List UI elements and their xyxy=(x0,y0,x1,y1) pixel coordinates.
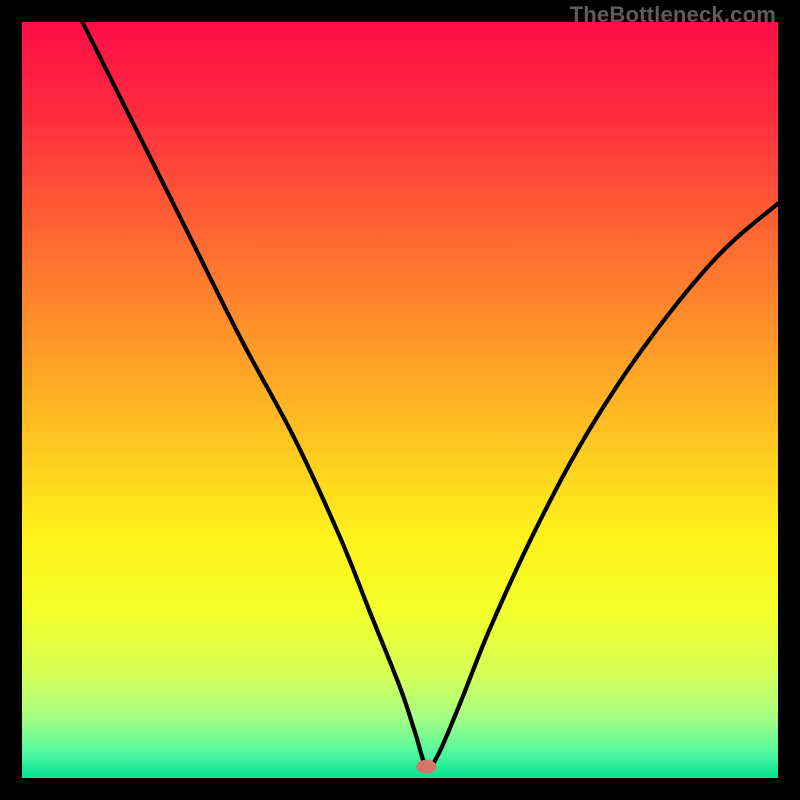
gradient-background xyxy=(22,22,778,778)
bottleneck-chart xyxy=(22,22,778,778)
chart-frame: TheBottleneck.com xyxy=(0,0,800,800)
attribution-text: TheBottleneck.com xyxy=(570,2,776,28)
minimum-marker xyxy=(416,760,436,774)
